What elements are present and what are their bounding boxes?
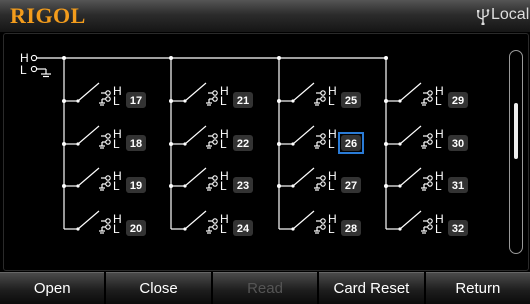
remote-status-label: Local — [491, 6, 530, 23]
channel-number: 28 — [345, 223, 357, 235]
terminal-l-label: L — [220, 137, 227, 151]
terminal-l-label: L — [220, 179, 227, 193]
brand-logo: RIGOL — [10, 3, 86, 28]
terminal-l-label: L — [328, 222, 335, 236]
main-bus — [37, 56, 388, 60]
relay-channel-25: HL 25 — [277, 58, 361, 108]
terminal-l-label: L — [435, 179, 442, 193]
relay-channel-21: HL 21 — [169, 58, 253, 108]
relay-channel-18: HL 18 — [62, 101, 146, 151]
channel-number: 29 — [452, 95, 464, 107]
channel-number: 17 — [130, 95, 142, 107]
relay-channel-26: HL 26 — [277, 101, 364, 154]
relay-channel-19: HL 19 — [62, 144, 146, 193]
relay-schematic: HLHL 17HL 18HL 19HL 20HL 21HL 22HL 23HL 24HL 25HL… — [20, 51, 468, 236]
terminal-l-label: L — [113, 137, 120, 151]
title-bar: RIGOL Local — [0, 0, 530, 33]
channel-number: 19 — [130, 180, 142, 192]
channel-number: 25 — [345, 95, 357, 107]
relay-channel-24: HL 24 — [170, 186, 253, 236]
channel-number: 26 — [345, 138, 357, 150]
channel-number: 22 — [237, 138, 249, 150]
relay-channel-22: HL 22 — [169, 101, 253, 151]
scrollbar[interactable] — [509, 50, 523, 254]
softkey-open[interactable]: Open — [0, 272, 105, 304]
channel-number: 18 — [130, 138, 142, 150]
relay-channel-28: HL 28 — [278, 186, 361, 236]
instrument-screen: RIGOL Local H L H L 17 H L 18 H L 19 H L 20 H L 21 H L 22 H L… — [0, 0, 530, 304]
channel-number: 20 — [130, 223, 142, 235]
terminal-l-label: L — [435, 222, 442, 236]
terminal-l-label: L — [113, 94, 120, 108]
relay-channel-17: HL 17 — [62, 58, 146, 108]
terminal-l-label: L — [220, 222, 227, 236]
channel-number: 21 — [237, 95, 249, 107]
channel-number: 27 — [345, 180, 357, 192]
channel-number: 24 — [237, 223, 250, 235]
softkey-bar: Open Close Read Card Reset Return — [0, 272, 530, 304]
softkey-read: Read — [212, 272, 318, 304]
terminal-l-label: L — [220, 94, 227, 108]
scroll-thumb[interactable] — [514, 103, 518, 159]
terminal-l-label: L — [435, 137, 442, 151]
terminal-l-label: L — [113, 179, 120, 193]
relay-channel-27: HL 27 — [277, 144, 361, 193]
channel-number: 23 — [237, 180, 249, 192]
softkey-card-reset[interactable]: Card Reset — [319, 272, 424, 304]
terminal-l-label: L — [113, 222, 120, 236]
relay-channel-29: HL 29 — [384, 58, 468, 108]
relay-diagram-panel: H L H L 17 H L 18 H L 19 H L 20 H L 21 H L 22 H L 23 H L 24 H L 25 H L… — [3, 33, 529, 271]
channel-number: 31 — [452, 180, 464, 192]
input-terminal: HL — [20, 51, 51, 78]
softkey-return[interactable]: Return — [425, 272, 530, 304]
relay-channel-23: HL 23 — [169, 144, 253, 193]
terminal-l-label: L — [328, 179, 335, 193]
relay-channel-20: HL 20 — [63, 186, 146, 236]
channel-number: 32 — [452, 223, 464, 235]
terminal-l-label: L — [435, 94, 442, 108]
softkey-close[interactable]: Close — [106, 272, 211, 304]
terminal-l-label: L — [328, 94, 335, 108]
channel-number: 30 — [452, 138, 464, 150]
relay-channel-30: HL 30 — [384, 101, 468, 151]
relay-channel-31: HL 31 — [384, 144, 468, 193]
terminal-l-label: L — [328, 137, 335, 151]
input-l-label: L — [20, 63, 27, 77]
relay-channel-32: HL 32 — [385, 186, 468, 236]
usb-icon — [477, 9, 490, 25]
